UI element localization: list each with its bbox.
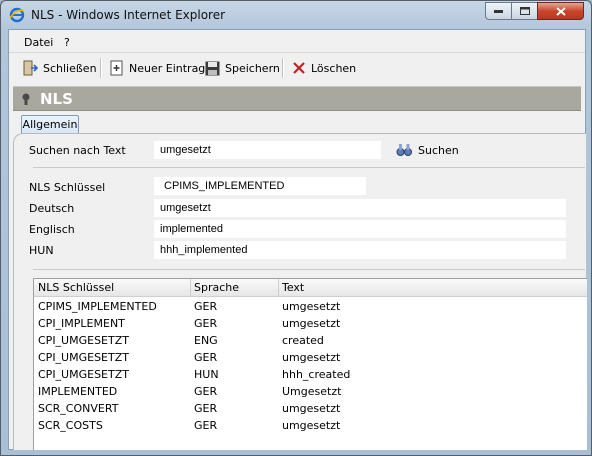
- toolbar-separator: [100, 58, 102, 78]
- cell-text: created: [282, 334, 324, 347]
- close-button-label: Schließen: [43, 61, 97, 75]
- new-entry-button[interactable]: Neuer Eintrag: [110, 59, 205, 77]
- cell-text: Umgesetzt: [282, 385, 342, 398]
- cell-text: umgesetzt: [282, 402, 341, 415]
- cell-language: ENG: [194, 334, 218, 347]
- cell-language: GER: [194, 419, 218, 432]
- nls-results-table: NLS Schlüssel Sprache Text CPIMS_IMPLEME…: [33, 278, 587, 450]
- toolbar: Schließen Neuer Eintrag Speichern Lösche…: [9, 54, 585, 82]
- tab-allgemein[interactable]: Allgemein: [21, 115, 79, 135]
- cell-language: HUN: [194, 368, 219, 381]
- menu-help[interactable]: ?: [64, 36, 70, 49]
- german-label: Deutsch: [29, 202, 75, 215]
- cell-language: GER: [194, 385, 218, 398]
- column-header-text[interactable]: Text: [282, 281, 304, 294]
- cell-language: GER: [194, 402, 218, 415]
- table-row[interactable]: CPI_UMGESETZT GER umgesetzt: [34, 349, 587, 366]
- minimize-icon: [494, 9, 503, 13]
- search-label: Suchen nach Text: [29, 144, 126, 157]
- cell-key: SCR_CONVERT: [38, 402, 119, 415]
- cell-language: GER: [194, 317, 218, 330]
- cell-key: CPI_UMGESETZT: [38, 334, 129, 347]
- app-client-area: Datei ? Schließen Neuer Eintrag Speicher…: [8, 29, 587, 450]
- german-text-field[interactable]: [154, 199, 566, 217]
- column-divider[interactable]: [190, 279, 191, 296]
- cell-text: umgesetzt: [282, 351, 341, 364]
- delete-x-icon: [293, 62, 305, 74]
- divider: [33, 269, 585, 270]
- cell-key: CPI_UMGESETZT: [38, 351, 129, 364]
- nls-icon: [22, 93, 30, 105]
- save-button-label: Speichern: [225, 61, 280, 75]
- close-icon: [555, 6, 566, 16]
- table-row[interactable]: CPI_UMGESETZT ENG created: [34, 332, 587, 349]
- cell-key: SCR_COSTS: [38, 419, 103, 432]
- search-input[interactable]: [154, 141, 381, 159]
- delete-button[interactable]: Löschen: [292, 59, 356, 77]
- save-disk-icon: [205, 61, 220, 75]
- section-header: NLS: [13, 86, 581, 111]
- new-entry-button-label: Neuer Eintrag: [129, 61, 206, 75]
- cell-key: CPI_IMPLEMENT: [38, 317, 125, 330]
- hun-label: HUN: [29, 244, 54, 257]
- cell-key: CPI_UMGESETZT: [38, 368, 129, 381]
- hun-text-field[interactable]: [154, 241, 566, 259]
- new-document-icon: [110, 60, 123, 76]
- menu-datei[interactable]: Datei: [24, 36, 53, 49]
- cell-language: GER: [194, 351, 218, 364]
- table-header: NLS Schlüssel Sprache Text: [34, 279, 587, 297]
- english-text-field[interactable]: [154, 220, 566, 238]
- browser-window: NLS - Windows Internet Explorer Datei ? …: [0, 0, 592, 456]
- nls-key-label: NLS Schlüssel: [29, 181, 106, 194]
- save-button[interactable]: Speichern: [205, 59, 280, 77]
- column-header-language[interactable]: Sprache: [194, 281, 239, 294]
- table-row[interactable]: CPI_IMPLEMENT GER umgesetzt: [34, 315, 587, 332]
- search-button-label: Suchen: [418, 143, 459, 157]
- close-window-button[interactable]: [537, 2, 584, 20]
- exit-door-icon: [23, 60, 38, 76]
- delete-button-label: Löschen: [311, 61, 357, 75]
- column-divider[interactable]: [278, 279, 279, 296]
- section-title: NLS: [40, 90, 73, 108]
- internet-explorer-icon: [9, 7, 25, 23]
- close-button[interactable]: Schließen: [22, 59, 97, 77]
- table-row[interactable]: CPIMS_IMPLEMENTED GER umgesetzt: [34, 298, 587, 315]
- search-button[interactable]: Suchen: [396, 141, 459, 159]
- maximize-icon: [519, 7, 530, 15]
- title-bar[interactable]: NLS - Windows Internet Explorer: [1, 1, 591, 29]
- minimize-button[interactable]: [485, 2, 512, 20]
- cell-text: umgesetzt: [282, 419, 341, 432]
- cell-language: GER: [194, 300, 218, 313]
- cell-text: hhh_created: [282, 368, 351, 381]
- table-row[interactable]: SCR_CONVERT GER umgesetzt: [34, 400, 587, 417]
- table-row[interactable]: CPI_UMGESETZT HUN hhh_created: [34, 366, 587, 383]
- table-row[interactable]: SCR_COSTS GER umgesetzt: [34, 417, 587, 434]
- english-label: Englisch: [29, 223, 75, 236]
- cell-text: umgesetzt: [282, 300, 341, 313]
- nls-key-field[interactable]: [154, 177, 366, 195]
- cell-key: IMPLEMENTED: [38, 385, 118, 398]
- menu-bar: Datei ?: [9, 30, 585, 53]
- column-header-key[interactable]: NLS Schlüssel: [38, 281, 114, 294]
- cell-key: CPIMS_IMPLEMENTED: [38, 300, 157, 313]
- search-binoculars-icon: [396, 144, 412, 156]
- table-row[interactable]: IMPLEMENTED GER Umgesetzt: [34, 383, 587, 400]
- cell-text: umgesetzt: [282, 317, 341, 330]
- maximize-button[interactable]: [511, 2, 538, 20]
- toolbar-separator: [282, 58, 284, 78]
- window-title: NLS - Windows Internet Explorer: [31, 8, 226, 22]
- divider: [33, 167, 585, 168]
